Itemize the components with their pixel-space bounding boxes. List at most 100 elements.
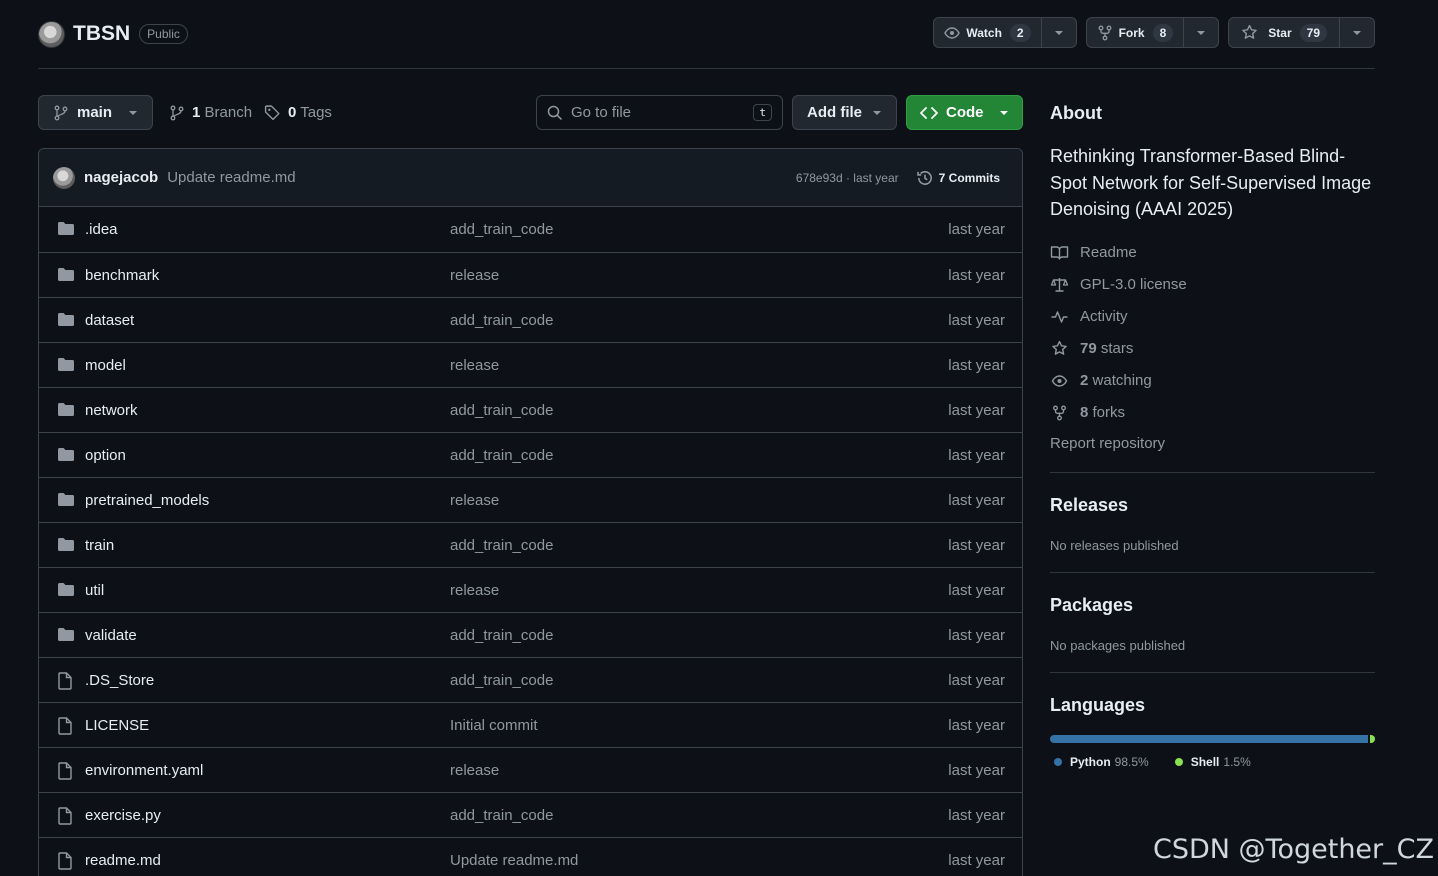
commit-message[interactable]: Update readme.md (167, 169, 295, 186)
file-name[interactable]: network (85, 402, 138, 419)
star-main[interactable]: Star 79 (1229, 18, 1340, 47)
repo-name[interactable]: TBSN (73, 22, 130, 46)
file-date: last year (948, 671, 1005, 689)
language-percent: 1.5% (1223, 755, 1251, 769)
activity-link[interactable]: Activity (1050, 308, 1128, 325)
watch-dropdown[interactable] (1042, 18, 1076, 47)
author-avatar[interactable] (53, 166, 75, 189)
file-commit-message[interactable]: add_train_code (450, 447, 553, 464)
forks-link[interactable]: 8 forks (1050, 404, 1125, 421)
file-name[interactable]: option (85, 447, 126, 464)
file-name[interactable]: .DS_Store (85, 672, 154, 689)
file-name[interactable]: readme.md (85, 852, 161, 869)
readme-link[interactable]: Readme (1050, 244, 1137, 261)
file-row[interactable]: exercise.py add_train_code last year (39, 792, 1022, 837)
star-dropdown[interactable] (1340, 18, 1374, 47)
branches-link[interactable]: 1 Branch (169, 95, 252, 130)
file-commit-message[interactable]: add_train_code (450, 627, 553, 644)
file-commit-message[interactable]: add_train_code (450, 221, 553, 238)
stars-link[interactable]: 79 stars (1050, 340, 1133, 357)
folder-icon (57, 312, 75, 328)
star-icon (1050, 340, 1069, 357)
file-row[interactable]: util release last year (39, 567, 1022, 612)
watching-link[interactable]: 2 watching (1050, 372, 1152, 389)
file-commit-message[interactable]: release (450, 267, 499, 284)
file-name[interactable]: train (85, 537, 114, 554)
file-row[interactable]: LICENSE Initial commit last year (39, 702, 1022, 747)
file-name[interactable]: LICENSE (85, 717, 149, 734)
latest-commit-bar: nagejacob Update readme.md 678e93d · las… (39, 149, 1022, 207)
commit-sha-time[interactable]: 678e93d · last year (796, 171, 899, 185)
file-name[interactable]: pretrained_models (85, 492, 209, 509)
file-commit-message[interactable]: add_train_code (450, 312, 553, 329)
file-name[interactable]: model (85, 357, 126, 374)
file-commit-message[interactable]: Update readme.md (450, 852, 578, 869)
folder-icon (57, 492, 75, 508)
file-row[interactable]: validate add_train_code last year (39, 612, 1022, 657)
folder-icon (57, 267, 75, 283)
file-row[interactable]: environment.yaml release last year (39, 747, 1022, 792)
caret-down-icon (128, 110, 138, 116)
file-icon (57, 717, 73, 735)
file-commit-message[interactable]: add_train_code (450, 402, 553, 419)
file-row[interactable]: option add_train_code last year (39, 432, 1022, 477)
file-commit-message[interactable]: add_train_code (450, 537, 553, 554)
file-row[interactable]: network add_train_code last year (39, 387, 1022, 432)
code-button[interactable]: Code (906, 95, 1023, 130)
fork-dropdown[interactable] (1184, 18, 1218, 47)
watch-main[interactable]: Watch 2 (934, 18, 1042, 47)
go-to-file-input[interactable]: Go to file t (536, 95, 783, 130)
add-file-button[interactable]: Add file (792, 95, 897, 130)
commits-link[interactable]: 7 Commits (916, 169, 1000, 187)
folder-icon (57, 537, 75, 553)
star-button[interactable]: Star 79 (1228, 17, 1375, 48)
file-commit-message[interactable]: add_train_code (450, 672, 553, 689)
file-name[interactable]: .idea (85, 221, 118, 238)
packages-heading[interactable]: Packages (1050, 595, 1133, 616)
commits-count: 7 Commits (938, 170, 1000, 185)
stars-label: stars (1100, 340, 1134, 357)
history-icon (916, 169, 934, 187)
watch-button[interactable]: Watch 2 (933, 17, 1077, 48)
tags-link[interactable]: 0 Tags (264, 95, 332, 130)
file-commit-message[interactable]: release (450, 582, 499, 599)
file-commit-message[interactable]: Initial commit (450, 717, 538, 734)
file-row[interactable]: benchmark release last year (39, 252, 1022, 297)
fork-button[interactable]: Fork 8 (1085, 17, 1220, 48)
fork-main[interactable]: Fork 8 (1087, 18, 1185, 47)
language-item[interactable]: Shell 1.5% (1174, 755, 1251, 769)
file-name[interactable]: util (85, 582, 104, 599)
file-date: last year (948, 626, 1005, 644)
file-date: last year (948, 401, 1005, 419)
license-link[interactable]: GPL-3.0 license (1050, 276, 1187, 293)
file-commit-message[interactable]: release (450, 357, 499, 374)
file-name[interactable]: validate (85, 627, 137, 644)
tag-icon (264, 104, 281, 121)
file-row[interactable]: .DS_Store add_train_code last year (39, 657, 1022, 702)
file-commit-message[interactable]: release (450, 762, 499, 779)
owner-avatar[interactable] (38, 20, 65, 48)
file-row[interactable]: .idea add_train_code last year (39, 207, 1022, 252)
repo-toolbar: main 1 Branch 0 Tags Go to file t Add fi… (38, 95, 1023, 130)
license-label: GPL-3.0 license (1080, 276, 1187, 293)
file-name[interactable]: exercise.py (85, 807, 161, 824)
file-name[interactable]: environment.yaml (85, 762, 203, 779)
file-commit-message[interactable]: release (450, 492, 499, 509)
caret-down-icon (999, 110, 1009, 116)
releases-heading[interactable]: Releases (1050, 495, 1128, 516)
file-row[interactable]: dataset add_train_code last year (39, 297, 1022, 342)
file-row[interactable]: readme.md Update readme.md last year (39, 837, 1022, 876)
caret-down-icon (1196, 30, 1206, 36)
commit-author[interactable]: nagejacob (84, 169, 158, 186)
file-row[interactable]: pretrained_models release last year (39, 477, 1022, 522)
branch-selector[interactable]: main (38, 95, 153, 130)
report-repository-link[interactable]: Report repository (1050, 435, 1165, 452)
language-item[interactable]: Python 98.5% (1054, 755, 1149, 769)
shortcut-key: t (753, 104, 772, 121)
file-row[interactable]: model release last year (39, 342, 1022, 387)
file-commit-message[interactable]: add_train_code (450, 807, 553, 824)
file-name[interactable]: benchmark (85, 267, 159, 284)
file-name[interactable]: dataset (85, 312, 134, 329)
file-row[interactable]: train add_train_code last year (39, 522, 1022, 567)
file-date: last year (948, 851, 1005, 869)
